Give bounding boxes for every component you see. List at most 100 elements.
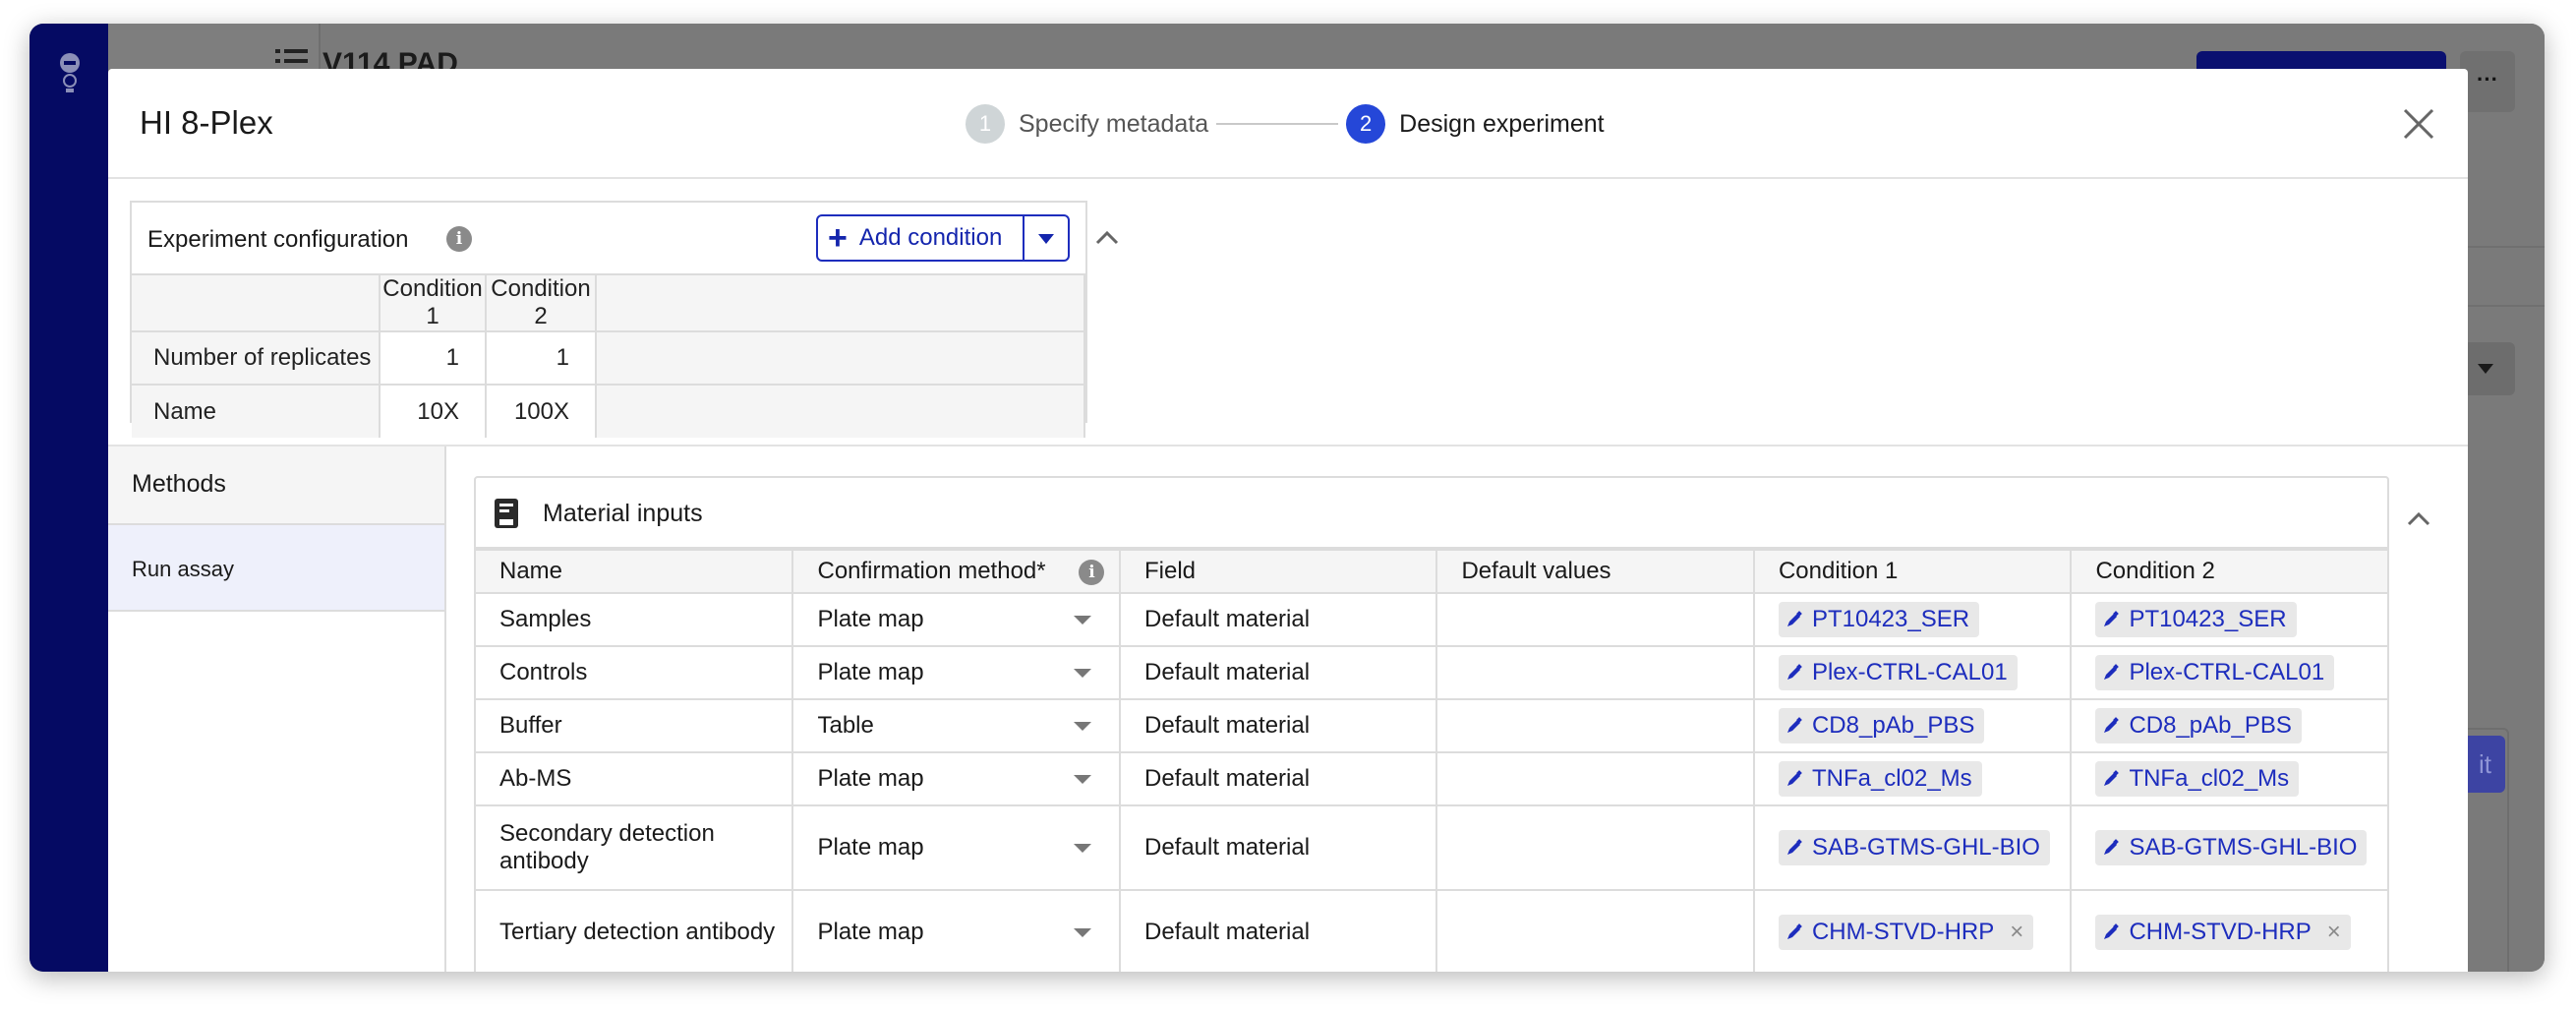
confirmation-method-select[interactable]: Plate map — [791, 889, 1121, 972]
material-chip-label: CHM-STVD-HRP — [1811, 919, 1995, 945]
material-chip[interactable]: CHM-STVD-HRP × — [2095, 915, 2351, 950]
experiment-configuration-title: Experiment configuration — [147, 226, 409, 253]
default-value-cell[interactable] — [1435, 751, 1755, 806]
default-value-cell[interactable] — [1435, 698, 1755, 753]
material-name-cell: Ab-MS — [476, 751, 794, 806]
confirmation-method-value: Plate map — [817, 765, 924, 792]
pen-icon — [2104, 611, 2120, 626]
modal-title: HI 8-Plex — [140, 104, 273, 141]
info-icon[interactable]: i — [1079, 560, 1105, 585]
step-2-circle[interactable]: 2 — [1346, 104, 1386, 144]
app-sidebar — [29, 24, 108, 972]
chevron-up-icon[interactable] — [1091, 222, 1123, 254]
material-chip[interactable]: CD8_pAb_PBS — [2095, 708, 2302, 743]
default-value-cell[interactable] — [1435, 889, 1755, 972]
condition-2-cell[interactable]: SAB-GTMS-GHL-BIO — [2070, 804, 2389, 891]
design-experiment-modal: HI 8-Plex 1 Specify metadata 2 Design ex… — [108, 69, 2468, 972]
confirmation-method-value: Plate map — [817, 606, 924, 632]
material-chip[interactable]: TNFa_cl02_Ms — [1778, 761, 1982, 797]
material-name-cell: Controls — [476, 645, 794, 700]
material-chip[interactable]: CD8_pAb_PBS — [1778, 708, 1985, 743]
confirmation-method-select[interactable]: Plate map — [791, 804, 1121, 891]
condition-2-cell[interactable]: PT10423_SER — [2070, 592, 2389, 647]
condition-name-cell[interactable]: 10X — [379, 384, 487, 438]
material-chip[interactable]: Plex-CTRL-CAL01 — [1778, 655, 2018, 690]
confirmation-method-select[interactable]: Plate map — [791, 751, 1121, 806]
add-condition-dropdown-button[interactable] — [1023, 214, 1070, 262]
table-header: Condition 1 — [379, 273, 487, 332]
remove-chip-icon[interactable]: × — [2327, 919, 2341, 946]
condition-2-cell[interactable]: Plex-CTRL-CAL01 — [2070, 645, 2389, 700]
condition-2-cell[interactable]: CD8_pAb_PBS — [2070, 698, 2389, 753]
material-chip[interactable]: SAB-GTMS-GHL-BIO — [1778, 830, 2050, 865]
condition-1-cell[interactable]: PT10423_SER — [1752, 592, 2073, 647]
replicates-cell[interactable]: 1 — [379, 330, 487, 386]
step-1-circle[interactable]: 1 — [966, 104, 1005, 144]
chevron-down-icon — [1073, 722, 1091, 731]
material-name-cell: Buffer — [476, 698, 794, 753]
add-condition-label: Add condition — [858, 224, 1003, 251]
material-name-cell: Tertiary detection antibody — [476, 889, 794, 972]
pen-icon — [1786, 611, 1802, 626]
plus-icon: + — [828, 219, 848, 257]
default-value-cell[interactable] — [1435, 645, 1755, 700]
confirmation-method-select[interactable]: Plate map — [791, 592, 1121, 647]
material-chip-label: CD8_pAb_PBS — [2129, 712, 2292, 739]
field-cell: Default material — [1118, 645, 1438, 700]
confirmation-method-select[interactable]: Table — [791, 698, 1121, 753]
add-condition-button[interactable]: + Add condition — [816, 214, 1025, 262]
table-row: Tertiary detection antibody Plate map Defa… — [476, 889, 2389, 972]
material-chip[interactable]: TNFa_cl02_Ms — [2095, 761, 2300, 797]
empty-cell — [595, 330, 1085, 386]
material-chip[interactable]: PT10423_SER — [1778, 602, 1980, 637]
material-chip[interactable]: CHM-STVD-HRP × — [1778, 915, 2034, 950]
remove-chip-icon[interactable]: × — [2010, 919, 2023, 946]
material-chip[interactable]: PT10423_SER — [2095, 602, 2297, 637]
more-options-button[interactable]: ··· — [2460, 51, 2515, 112]
table-header — [132, 273, 381, 332]
chevron-down-icon — [1073, 775, 1091, 784]
material-chip[interactable]: Plex-CTRL-CAL01 — [2095, 655, 2335, 690]
info-icon[interactable]: i — [446, 226, 472, 252]
condition-1-cell[interactable]: CHM-STVD-HRP × — [1752, 889, 2073, 972]
column-header-field: Field — [1118, 549, 1438, 594]
step-connector — [1216, 123, 1339, 125]
table-row: Buffer Table Default material CD8_pAb_PBS CD… — [476, 698, 2389, 753]
pen-icon — [2104, 770, 2120, 786]
close-icon[interactable] — [2401, 106, 2436, 142]
condition-1-cell[interactable]: Plex-CTRL-CAL01 — [1752, 645, 2073, 700]
material-chip-label: Plex-CTRL-CAL01 — [1811, 659, 2008, 685]
row-label: Number of replicates — [132, 330, 381, 386]
material-name-cell: Secondary detection antibody — [476, 804, 794, 891]
field-cell: Default material — [1118, 592, 1438, 647]
confirmation-method-select[interactable]: Plate map — [791, 645, 1121, 700]
material-chip[interactable]: SAB-GTMS-GHL-BIO — [2095, 830, 2368, 865]
row-label: Name — [132, 384, 381, 438]
condition-1-cell[interactable]: SAB-GTMS-GHL-BIO — [1752, 804, 2073, 891]
methods-item-run-assay[interactable]: Run assay — [108, 525, 444, 612]
material-chip-label: PT10423_SER — [2129, 606, 2287, 632]
condition-1-cell[interactable]: TNFa_cl02_Ms — [1752, 751, 2073, 806]
chevron-up-icon[interactable] — [2403, 504, 2434, 535]
condition-name-cell[interactable]: 100X — [485, 384, 597, 438]
table-row: Name 10X 100X — [132, 384, 1085, 438]
material-inputs-header: Material inputs — [476, 478, 2387, 549]
condition-1-cell[interactable]: CD8_pAb_PBS — [1752, 698, 2073, 753]
step-1-label[interactable]: Specify metadata — [1019, 110, 1208, 139]
table-row: Samples Plate map Default material PT10423_… — [476, 592, 2389, 647]
condition-2-cell[interactable]: CHM-STVD-HRP × — [2070, 889, 2389, 972]
column-header-name: Name — [476, 549, 794, 594]
table-row: Number of replicates 1 1 — [132, 330, 1085, 386]
material-inputs-card: Material inputs Name Confirmation method… — [474, 476, 2389, 972]
step-2-label[interactable]: Design experiment — [1399, 110, 1604, 139]
logo-icon[interactable] — [55, 51, 85, 94]
confirmation-method-value: Plate map — [817, 919, 924, 945]
default-value-cell[interactable] — [1435, 804, 1755, 891]
condition-2-cell[interactable]: TNFa_cl02_Ms — [2070, 751, 2389, 806]
chevron-down-icon — [1073, 669, 1091, 678]
default-value-cell[interactable] — [1435, 592, 1755, 647]
pen-icon — [1786, 923, 1802, 939]
replicates-cell[interactable]: 1 — [485, 330, 597, 386]
column-header-confirmation-method: Confirmation method* i — [791, 549, 1121, 594]
pen-icon — [2104, 839, 2120, 855]
